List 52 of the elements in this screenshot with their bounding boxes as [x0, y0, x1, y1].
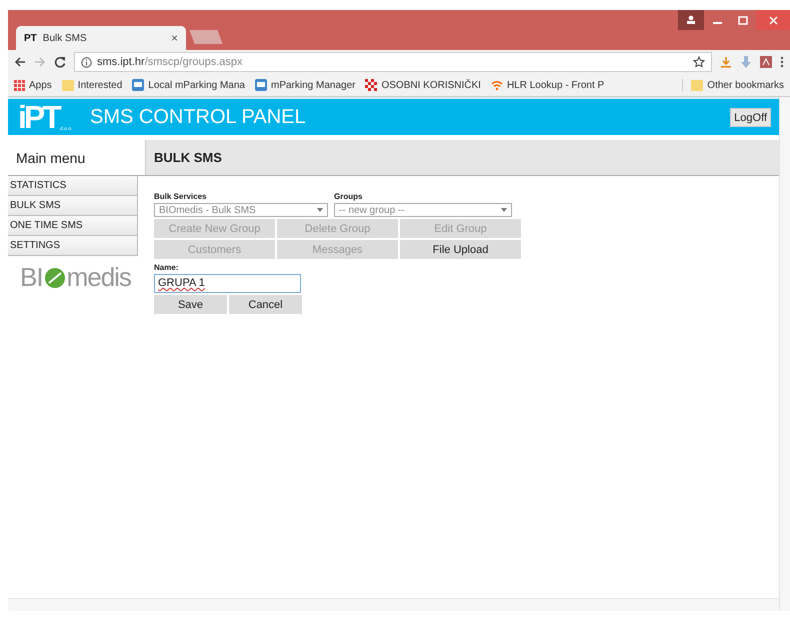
page-title: BULK SMS — [146, 140, 779, 175]
close-icon — [768, 16, 778, 24]
pdf-icon[interactable] — [760, 56, 772, 68]
profile-button[interactable] — [678, 10, 704, 30]
favicon: PT — [24, 32, 37, 44]
groups-dropdown[interactable]: -- new group -- — [334, 203, 512, 217]
vertical-scrollbar[interactable] — [779, 97, 790, 611]
address-bar[interactable]: sms.ipt.hr/smscp/groups.aspx — [74, 52, 712, 72]
bookmark[interactable]: Apps — [14, 80, 52, 90]
caret-icon — [501, 208, 507, 212]
action-button[interactable]: File Upload — [400, 240, 521, 259]
caret-icon — [317, 208, 323, 212]
save-button[interactable]: Save — [154, 295, 227, 314]
page-icon — [255, 79, 267, 91]
close-button[interactable] — [756, 10, 790, 30]
browser-tab[interactable]: PT Bulk SMS × — [16, 26, 186, 50]
download-icon[interactable] — [720, 56, 732, 68]
bookmark[interactable]: OSOBNI KORISNIČKI — [365, 79, 481, 91]
menu-item[interactable]: BULK SMS — [8, 196, 138, 216]
bookmark-folder[interactable]: Other bookmarks — [682, 79, 784, 91]
menu-icon[interactable] — [780, 56, 784, 68]
checker-icon — [365, 79, 378, 91]
apps-grid-icon — [14, 80, 25, 90]
back-icon[interactable] — [14, 56, 26, 68]
logoff-button[interactable]: LogOff — [730, 108, 771, 126]
wifi-icon — [490, 79, 503, 91]
reload-icon[interactable] — [54, 56, 66, 68]
maximize-button[interactable] — [738, 16, 748, 24]
field-label: Groups — [334, 192, 364, 201]
app-title: SMS CONTROL PANEL — [90, 106, 307, 128]
folder-icon — [62, 79, 74, 91]
menu-item[interactable]: SETTINGS — [8, 236, 138, 256]
person-icon — [686, 15, 696, 25]
bookmark[interactable]: mParking Manager — [255, 79, 356, 91]
tab-close-button[interactable]: × — [170, 31, 178, 45]
field-label: Bulk Services — [154, 192, 208, 201]
folder-icon — [691, 79, 704, 91]
bookmark[interactable]: HLR Lookup - Front P — [490, 79, 604, 91]
name-input[interactable]: GRUPA 1 — [154, 274, 301, 293]
page-icon — [132, 79, 144, 91]
menu-item[interactable]: ONE TIME SMS — [8, 216, 138, 236]
star-icon[interactable] — [693, 56, 705, 68]
bookmark[interactable]: Local mParking Mana — [132, 79, 245, 91]
info-icon — [81, 56, 92, 68]
field-label: Name: — [154, 263, 180, 272]
services-dropdown[interactable]: BIOmedis - Bulk SMS — [154, 203, 328, 217]
url-text: sms.ipt.hr/smscp/groups.aspx — [97, 56, 243, 68]
horizontal-scrollbar[interactable] — [8, 598, 779, 611]
cancel-button[interactable]: Cancel — [229, 295, 302, 314]
bookmark[interactable]: Interested — [62, 79, 122, 91]
client-logo: BI medis — [20, 262, 132, 293]
menu-item[interactable]: STATISTICS — [8, 176, 138, 196]
